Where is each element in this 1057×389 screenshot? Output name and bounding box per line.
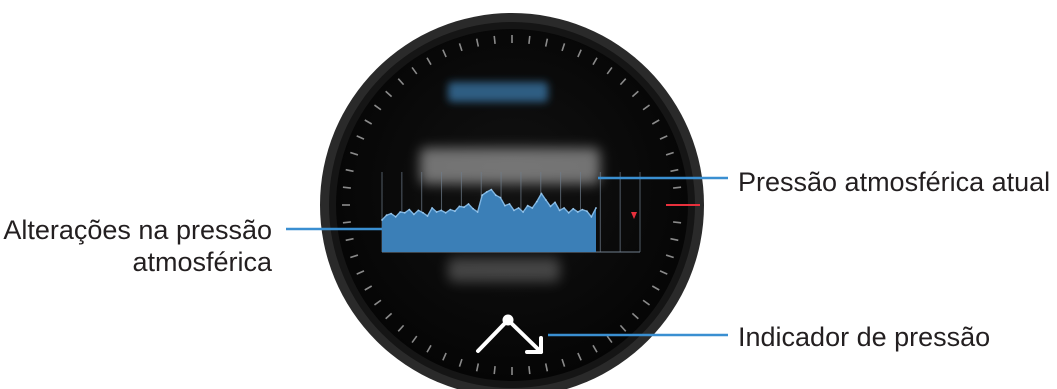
pressure-data-point <box>472 207 474 210</box>
pressure-data-point <box>572 207 575 210</box>
pressure-data-point <box>476 211 479 213</box>
pressure-data-point <box>458 205 461 208</box>
pressure-data-point <box>485 191 488 193</box>
pressure-data-point <box>399 211 402 213</box>
pressure-data-point <box>422 211 424 214</box>
blurred-footer-block <box>448 258 560 282</box>
pressure-data-point <box>581 208 584 211</box>
pressure-data-point <box>522 211 524 213</box>
pressure-data-point <box>381 219 383 221</box>
pressure-data-point <box>567 211 570 214</box>
pressure-data-point <box>545 199 547 201</box>
pressure-data-point <box>504 204 506 207</box>
bezel-tick <box>528 35 531 44</box>
blurred-title-block <box>448 82 548 102</box>
bezel-tick <box>342 186 351 189</box>
pressure-data-point <box>531 207 534 209</box>
pressure-data-point <box>417 209 420 212</box>
bezel-tick <box>528 366 531 375</box>
pressure-data-point <box>467 203 470 205</box>
pressure-data-point <box>444 211 447 214</box>
pressure-data-point <box>590 215 593 218</box>
pressure-data-point <box>426 215 429 217</box>
pressure-data-point <box>440 209 443 212</box>
pressure-data-point <box>449 208 452 211</box>
pressure-data-point <box>586 210 588 213</box>
label-current-pressure: Pressão atmosférica atual <box>738 167 1051 197</box>
pressure-data-point <box>595 207 597 209</box>
label-pressure-indicator: Indicador de pressão <box>738 322 991 352</box>
pressure-data-point <box>535 200 538 203</box>
bezel-tick <box>493 35 496 44</box>
label-pressure-changes: Alterações na pressão atmosférica <box>3 214 272 278</box>
pressure-data-point <box>513 209 515 212</box>
label-pressure-changes-line1: Alterações na pressão <box>3 215 272 245</box>
pressure-data-point <box>554 201 556 204</box>
pressure-data-point <box>394 215 397 218</box>
pressure-data-point <box>499 196 502 199</box>
pressure-data-point <box>408 208 411 211</box>
pressure-data-point <box>576 211 579 213</box>
watch-face <box>336 29 688 381</box>
bezel-tick <box>673 221 682 224</box>
pressure-data-point <box>463 206 465 209</box>
pressure-data-point <box>517 207 520 209</box>
bezel-tick <box>342 221 351 224</box>
label-pressure-changes-line2: atmosférica <box>132 247 272 277</box>
pressure-data-point <box>435 211 438 213</box>
pressure-data-point <box>494 194 497 197</box>
bezel-tick <box>493 366 496 375</box>
pressure-data-point <box>549 205 552 208</box>
pressure-data-point <box>540 192 543 195</box>
pressure-data-point <box>390 212 392 215</box>
pressure-data-point <box>431 207 433 209</box>
pressure-data-point <box>454 210 456 213</box>
pressure-data-point <box>481 194 484 197</box>
pressure-data-point <box>413 213 415 216</box>
bezel-tick <box>673 186 682 189</box>
pressure-data-point <box>558 209 561 212</box>
pressure-data-point <box>490 188 493 191</box>
pressure-data-point <box>403 211 406 214</box>
pressure-data-point <box>563 207 565 209</box>
blurred-value-block <box>420 148 600 184</box>
pressure-data-point <box>508 203 511 205</box>
pressure-data-point <box>526 204 529 207</box>
pressure-data-point <box>385 214 388 217</box>
